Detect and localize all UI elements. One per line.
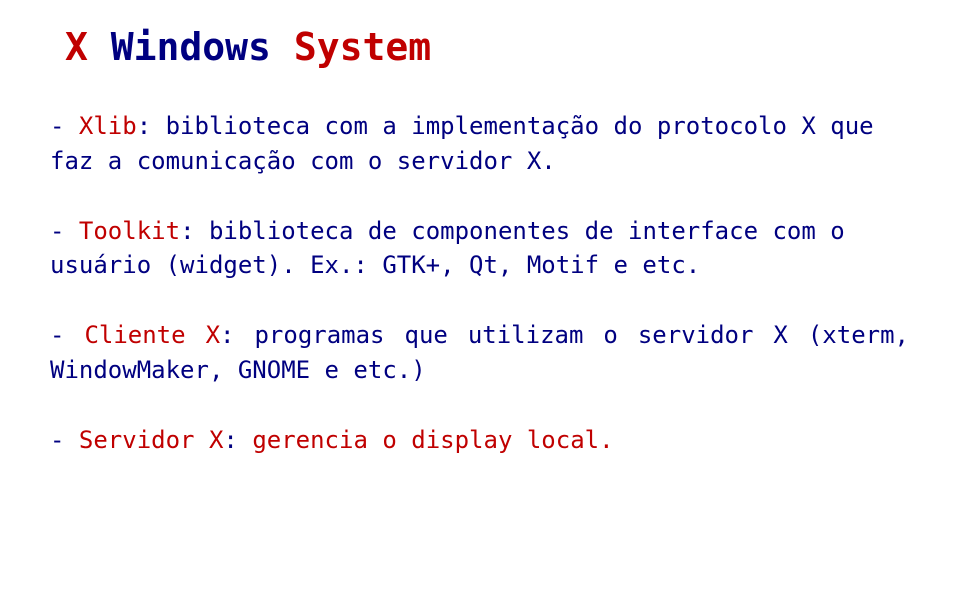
- bullet-label: Xlib: [79, 112, 137, 140]
- page-title: X Windows System: [65, 25, 909, 69]
- bullet-label: Toolkit: [79, 217, 180, 245]
- bullet-xlib: - Xlib: biblioteca com a implementação d…: [50, 109, 909, 179]
- bullet-text: : biblioteca com a implementação do prot…: [50, 112, 874, 175]
- title-word-2: Windows: [111, 25, 271, 69]
- bullet-label: Cliente X: [84, 321, 220, 349]
- title-word-3: System: [294, 25, 431, 69]
- bullet-text: :: [223, 426, 252, 454]
- bullet-prefix: -: [50, 217, 79, 245]
- bullet-prefix: -: [50, 426, 79, 454]
- bullet-server: - Servidor X: gerencia o display local.: [50, 423, 909, 458]
- bullet-prefix: -: [50, 321, 84, 349]
- slide-page: X Windows System - Xlib: biblioteca com …: [0, 0, 959, 533]
- bullet-prefix: -: [50, 112, 79, 140]
- bullet-client: - Cliente X: programas que utilizam o se…: [50, 318, 909, 388]
- title-word-1: X: [65, 25, 88, 69]
- bullet-text-emph: gerencia o display local.: [252, 426, 613, 454]
- bullet-toolkit: - Toolkit: biblioteca de componentes de …: [50, 214, 909, 284]
- bullet-label: Servidor X: [79, 426, 224, 454]
